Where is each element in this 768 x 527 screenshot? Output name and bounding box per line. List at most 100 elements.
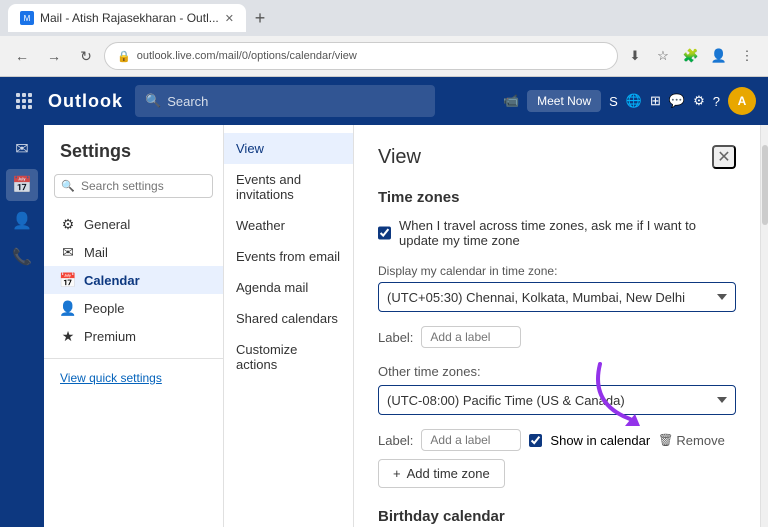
globe-icon: 🌐 <box>626 93 642 109</box>
sidebar-divider <box>44 358 223 359</box>
add-time-zone-button[interactable]: + Add time zone <box>378 459 505 488</box>
settings-title: Settings <box>44 141 223 174</box>
settings-sidebar: Settings 🔍 ⚙ General ✉ Mail 📅 Calendar 👤… <box>44 125 224 527</box>
show-calendar-row: Label: Show in calendar 🗑 Remove <box>378 429 736 451</box>
close-button[interactable]: ✕ <box>712 145 736 169</box>
main-settings-content: View ✕ Time zones When I travel across t… <box>354 125 760 527</box>
search-settings-input[interactable] <box>54 174 213 198</box>
display-tz-label: Display my calendar in time zone: <box>378 264 736 278</box>
video-icon: 📹 <box>503 93 519 109</box>
download-icon[interactable]: ⬇ <box>622 43 648 69</box>
primary-label-input[interactable] <box>421 326 521 348</box>
forward-button[interactable]: → <box>40 42 68 70</box>
tab-favicon: M <box>20 11 34 25</box>
mail-label: Mail <box>84 245 108 260</box>
avatar[interactable]: A <box>728 87 756 115</box>
browser-toolbar: ← → ↻ 🔒 outlook.live.com/mail/0/options/… <box>0 36 768 76</box>
time-zones-title: Time zones <box>378 189 736 206</box>
search-placeholder: Search <box>167 94 208 109</box>
profile-icon[interactable]: 👤 <box>706 43 732 69</box>
other-tz-group: Other time zones: (UTC-08:00) Pacific Ti… <box>378 364 736 415</box>
travel-timezone-row: When I travel across time zones, ask me … <box>378 218 736 248</box>
extensions-icon[interactable]: 🧩 <box>678 43 704 69</box>
show-in-calendar-label: Show in calendar <box>550 433 650 448</box>
header-actions: 📹 Meet Now S 🌐 ⊞ 💬 ⚙ ? A <box>503 87 756 115</box>
primary-label-row: Label: <box>378 326 736 348</box>
premium-label: Premium <box>84 329 136 344</box>
tab-title: Mail - Atish Rajasekharan - Outl... <box>40 11 219 25</box>
people-nav-icon: 👤 <box>60 300 76 316</box>
add-time-zone-label: Add time zone <box>407 466 490 481</box>
primary-tz-group: Display my calendar in time zone: (UTC+0… <box>378 264 736 312</box>
phone-icon[interactable]: 📞 <box>6 241 38 273</box>
chat-icon: 💬 <box>669 93 685 109</box>
submenu-agenda[interactable]: Agenda mail <box>224 272 353 303</box>
submenu-shared[interactable]: Shared calendars <box>224 303 353 334</box>
travel-timezone-checkbox[interactable] <box>378 226 391 240</box>
left-icon-rail: ✉ 📅 👤 📞 <box>0 125 44 527</box>
general-icon: ⚙ <box>60 216 76 232</box>
secondary-timezone-select[interactable]: (UTC-08:00) Pacific Time (US & Canada) <box>378 385 736 415</box>
apps-icon: ⊞ <box>650 93 661 109</box>
reload-button[interactable]: ↻ <box>72 42 100 70</box>
skype-icon: S <box>609 94 618 109</box>
app-logo: Outlook <box>48 91 123 112</box>
calendar-nav-icon: 📅 <box>60 272 76 288</box>
calendar-icon[interactable]: 📅 <box>6 169 38 201</box>
sidebar-item-mail[interactable]: ✉ Mail <box>44 238 223 266</box>
general-label: General <box>84 217 130 232</box>
add-icon: + <box>393 466 401 481</box>
remove-icon: 🗑 <box>658 433 673 447</box>
sidebar-item-premium[interactable]: ★ Premium <box>44 322 223 350</box>
primary-timezone-select[interactable]: (UTC+05:30) Chennai, Kolkata, Mumbai, Ne… <box>378 282 736 312</box>
submenu-weather[interactable]: Weather <box>224 210 353 241</box>
outlook-app: Outlook 🔍 Search 📹 Meet Now S 🌐 ⊞ 💬 ⚙ ? … <box>0 77 768 527</box>
label2-text: Label: <box>378 433 413 448</box>
toolbar-icons: ⬇ ☆ 🧩 👤 ⋮ <box>622 43 760 69</box>
more-icon[interactable]: ⋮ <box>734 43 760 69</box>
label-text: Label: <box>378 330 413 345</box>
sidebar-item-people[interactable]: 👤 People <box>44 294 223 322</box>
mail-icon[interactable]: ✉ <box>6 133 38 165</box>
back-button[interactable]: ← <box>8 42 36 70</box>
secondary-label-input[interactable] <box>421 429 521 451</box>
meet-now-button[interactable]: Meet Now <box>527 90 601 112</box>
tab-close-button[interactable]: ✕ <box>225 12 234 25</box>
show-in-calendar-checkbox[interactable] <box>529 434 542 447</box>
search-settings-wrapper: 🔍 <box>54 174 213 198</box>
submenu-events[interactable]: Events and invitations <box>224 164 353 210</box>
view-quick-settings-link[interactable]: View quick settings <box>44 367 223 389</box>
travel-timezone-label: When I travel across time zones, ask me … <box>399 218 736 248</box>
calendar-submenu: View Events and invitations Weather Even… <box>224 125 354 527</box>
mail-nav-icon: ✉ <box>60 244 76 260</box>
waffle-menu[interactable] <box>12 89 36 113</box>
content-area: ✉ 📅 👤 📞 Settings 🔍 ⚙ General ✉ Mail 📅 Ca… <box>0 125 768 527</box>
browser-tabs: M Mail - Atish Rajasekharan - Outl... ✕ … <box>0 0 768 36</box>
search-icon: 🔍 <box>145 93 161 109</box>
sidebar-item-calendar[interactable]: 📅 Calendar <box>44 266 223 294</box>
remove-tz-button[interactable]: 🗑 Remove <box>658 433 725 448</box>
address-bar[interactable]: 🔒 outlook.live.com/mail/0/options/calend… <box>104 42 618 70</box>
view-title: View <box>378 146 421 169</box>
search-bar[interactable]: 🔍 Search <box>135 85 435 117</box>
active-tab[interactable]: M Mail - Atish Rajasekharan - Outl... ✕ <box>8 4 246 32</box>
help-icon[interactable]: ? <box>713 94 720 109</box>
scrollbar[interactable] <box>760 125 768 527</box>
submenu-customize[interactable]: Customize actions <box>224 334 353 380</box>
view-header: View ✕ <box>378 145 736 169</box>
people-icon[interactable]: 👤 <box>6 205 38 237</box>
other-tz-heading: Other time zones: <box>378 364 736 379</box>
url-text: outlook.live.com/mail/0/options/calendar… <box>137 50 357 62</box>
search-settings-icon: 🔍 <box>61 180 75 193</box>
submenu-view[interactable]: View <box>224 133 353 164</box>
calendar-label: Calendar <box>84 273 140 288</box>
people-label: People <box>84 301 124 316</box>
new-tab-button[interactable]: + <box>246 4 274 32</box>
scrollbar-thumb[interactable] <box>762 145 768 225</box>
premium-icon: ★ <box>60 328 76 344</box>
sidebar-item-general[interactable]: ⚙ General <box>44 210 223 238</box>
submenu-events-from[interactable]: Events from email <box>224 241 353 272</box>
bookmark-icon[interactable]: ☆ <box>650 43 676 69</box>
settings-icon[interactable]: ⚙ <box>693 93 705 109</box>
app-header: Outlook 🔍 Search 📹 Meet Now S 🌐 ⊞ 💬 ⚙ ? … <box>0 77 768 125</box>
